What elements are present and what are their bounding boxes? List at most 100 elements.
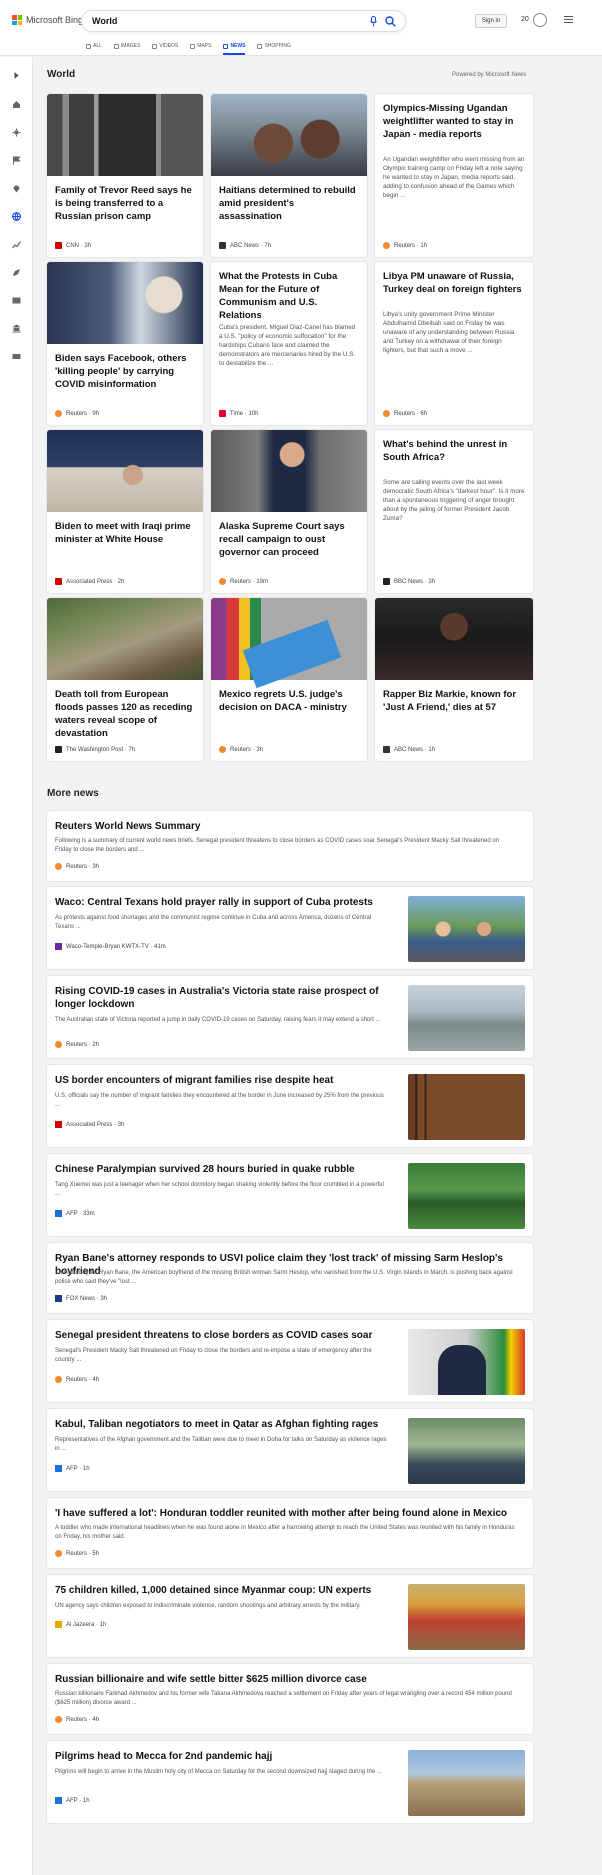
globe-icon[interactable] bbox=[12, 212, 21, 221]
card-title[interactable]: Mexico regrets U.S. judge's decision on … bbox=[219, 688, 359, 714]
tab-maps[interactable]: MAPS bbox=[190, 41, 211, 51]
sign-in-button[interactable]: Sign in bbox=[475, 14, 507, 28]
news-list-item[interactable]: Pilgrims head to Mecca for 2nd pandemic … bbox=[47, 1741, 533, 1823]
flag-icon[interactable] bbox=[12, 156, 21, 165]
news-image bbox=[211, 94, 367, 176]
card-title[interactable]: Biden to meet with Iraqi prime minister … bbox=[55, 520, 195, 546]
powered-by-label: Powered by Microsoft News bbox=[452, 72, 527, 78]
news-list-item[interactable]: Kabul, Taliban negotiators to meet in Qa… bbox=[47, 1409, 533, 1491]
item-title[interactable]: Waco: Central Texans hold prayer rally i… bbox=[55, 896, 395, 909]
card-title[interactable]: Death toll from European floods passes 1… bbox=[55, 688, 195, 740]
card-title[interactable]: Family of Trevor Reed says he is being t… bbox=[55, 184, 195, 223]
source-label: AFP · 33m bbox=[55, 1210, 95, 1217]
news-list-item[interactable]: 75 children killed, 1,000 detained since… bbox=[47, 1575, 533, 1657]
reuters-logo-icon bbox=[219, 746, 226, 753]
more-news-title: More news bbox=[47, 788, 99, 799]
card-title[interactable]: Alaska Supreme Court says recall campaig… bbox=[219, 520, 359, 559]
news-list-item[interactable]: Russian billionaire and wife settle bitt… bbox=[47, 1664, 533, 1734]
news-card[interactable]: Rapper Biz Markie, known for 'Just A Fri… bbox=[375, 598, 533, 761]
news-list-item[interactable]: Reuters World News Summary Following is … bbox=[47, 811, 533, 881]
finance-chart-icon[interactable] bbox=[12, 240, 21, 249]
news-card[interactable]: Family of Trevor Reed says he is being t… bbox=[47, 94, 203, 257]
news-image bbox=[47, 262, 203, 344]
tab-images[interactable]: IMAGES bbox=[113, 41, 140, 51]
bbc-logo-icon bbox=[383, 578, 390, 585]
hamburger-menu-icon[interactable] bbox=[564, 16, 573, 24]
reuters-logo-icon bbox=[383, 410, 390, 417]
news-card[interactable]: Haitians determined to rebuild amid pres… bbox=[211, 94, 367, 257]
card-title[interactable]: Rapper Biz Markie, known for 'Just A Fri… bbox=[383, 688, 525, 714]
card-snippet: An Ugandan weightlifter who went missing… bbox=[383, 156, 525, 199]
home-icon[interactable] bbox=[12, 100, 21, 109]
news-card[interactable]: Biden to meet with Iraqi prime minister … bbox=[47, 430, 203, 593]
news-list-item[interactable]: Ryan Bane's attorney responds to USVI po… bbox=[47, 1243, 533, 1313]
news-image bbox=[408, 1163, 525, 1229]
item-title[interactable]: 'I have suffered a lot': Honduran toddle… bbox=[55, 1507, 525, 1520]
politics-building-icon[interactable] bbox=[12, 324, 21, 333]
card-title[interactable]: Olympics-Missing Ugandan weightlifter wa… bbox=[383, 102, 525, 141]
news-card[interactable]: What the Protests in Cuba Mean for the F… bbox=[211, 262, 367, 425]
item-title[interactable]: US border encounters of migrant families… bbox=[55, 1074, 395, 1087]
source-label: AFP · 1h bbox=[55, 1797, 90, 1804]
news-list-item[interactable]: Chinese Paralympian survived 28 hours bu… bbox=[47, 1154, 533, 1236]
item-title[interactable]: Senegal president threatens to close bor… bbox=[55, 1329, 395, 1342]
news-image bbox=[211, 430, 367, 512]
source-label: Associated Press · 3h bbox=[55, 1121, 124, 1128]
reuters-logo-icon bbox=[55, 1376, 62, 1383]
item-title[interactable]: Chinese Paralympian survived 28 hours bu… bbox=[55, 1163, 395, 1176]
source-label: FOX News · 3h bbox=[55, 1295, 107, 1302]
item-title[interactable]: Kabul, Taliban negotiators to meet in Qa… bbox=[55, 1418, 395, 1431]
location-pin-icon[interactable] bbox=[12, 184, 21, 193]
news-card[interactable]: Libya PM unaware of Russia, Turkey deal … bbox=[375, 262, 533, 425]
news-card[interactable]: Death toll from European floods passes 1… bbox=[47, 598, 203, 761]
source-label: Reuters · 9h bbox=[55, 410, 99, 417]
science-rocket-icon[interactable] bbox=[12, 268, 21, 277]
news-card[interactable]: Alaska Supreme Court says recall campaig… bbox=[211, 430, 367, 593]
expand-chevron-icon[interactable] bbox=[12, 71, 21, 80]
news-list-item[interactable]: US border encounters of migrant families… bbox=[47, 1065, 533, 1147]
entertainment-icon[interactable] bbox=[12, 296, 21, 305]
news-list-item[interactable]: 'I have suffered a lot': Honduran toddle… bbox=[47, 1498, 533, 1568]
tab-videos[interactable]: VIDEOS bbox=[152, 41, 178, 51]
item-title[interactable]: Russian billionaire and wife settle bitt… bbox=[55, 1673, 525, 1686]
search-icon[interactable] bbox=[385, 16, 396, 27]
item-snippet: Russian billionaire Farkhad Akhmedov and… bbox=[55, 1691, 512, 1706]
news-card[interactable]: Biden says Facebook, others 'killing peo… bbox=[47, 262, 203, 425]
search-input[interactable]: World bbox=[92, 16, 117, 26]
money-card-icon[interactable] bbox=[12, 352, 21, 361]
item-title[interactable]: Reuters World News Summary bbox=[55, 820, 525, 833]
item-title[interactable]: Rising COVID-19 cases in Australia's Vic… bbox=[55, 985, 395, 1011]
search-box[interactable]: World bbox=[81, 10, 406, 32]
tab-all[interactable]: ALL bbox=[86, 41, 102, 51]
source-label: Reuters · 3h bbox=[55, 863, 99, 870]
bing-logo[interactable]: Microsoft Bing bbox=[12, 15, 83, 25]
card-title[interactable]: Libya PM unaware of Russia, Turkey deal … bbox=[383, 270, 525, 296]
source-label: ABC News · 7h bbox=[219, 242, 271, 249]
news-list-item[interactable]: Rising COVID-19 cases in Australia's Vic… bbox=[47, 976, 533, 1058]
left-sidebar bbox=[0, 57, 33, 1875]
item-title[interactable]: Pilgrims head to Mecca for 2nd pandemic … bbox=[55, 1750, 395, 1763]
card-title[interactable]: Haitians determined to rebuild amid pres… bbox=[219, 184, 359, 223]
microsoft-logo-icon bbox=[12, 15, 22, 25]
news-card[interactable]: Olympics-Missing Ugandan weightlifter wa… bbox=[375, 94, 533, 257]
coronavirus-icon[interactable] bbox=[12, 128, 21, 137]
rewards-trophy-icon[interactable] bbox=[533, 13, 547, 27]
card-title[interactable]: What the Protests in Cuba Mean for the F… bbox=[219, 270, 359, 322]
afp-logo-icon bbox=[55, 1465, 62, 1472]
news-list-item[interactable]: Senegal president threatens to close bor… bbox=[47, 1320, 533, 1402]
item-snippet: As protests against food shortages and t… bbox=[55, 915, 372, 930]
card-title[interactable]: Biden says Facebook, others 'killing peo… bbox=[55, 352, 195, 391]
item-snippet: Tang Xuemei was just a teenager when her… bbox=[55, 1182, 384, 1197]
news-card[interactable]: What's behind the unrest in South Africa… bbox=[375, 430, 533, 593]
brand-name: Microsoft Bing bbox=[26, 15, 84, 25]
news-card[interactable]: Mexico regrets U.S. judge's decision on … bbox=[211, 598, 367, 761]
reuters-logo-icon bbox=[55, 863, 62, 870]
source-label: AFP · 1h bbox=[55, 1465, 90, 1472]
news-list-item[interactable]: Waco: Central Texans hold prayer rally i… bbox=[47, 887, 533, 969]
tab-shopping[interactable]: SHOPPING bbox=[257, 41, 291, 51]
rewards-points[interactable]: 20 bbox=[521, 16, 529, 23]
microphone-icon[interactable] bbox=[370, 16, 377, 27]
card-title[interactable]: What's behind the unrest in South Africa… bbox=[383, 438, 525, 464]
tab-news[interactable]: NEWS bbox=[223, 41, 246, 55]
item-title[interactable]: 75 children killed, 1,000 detained since… bbox=[55, 1584, 395, 1597]
